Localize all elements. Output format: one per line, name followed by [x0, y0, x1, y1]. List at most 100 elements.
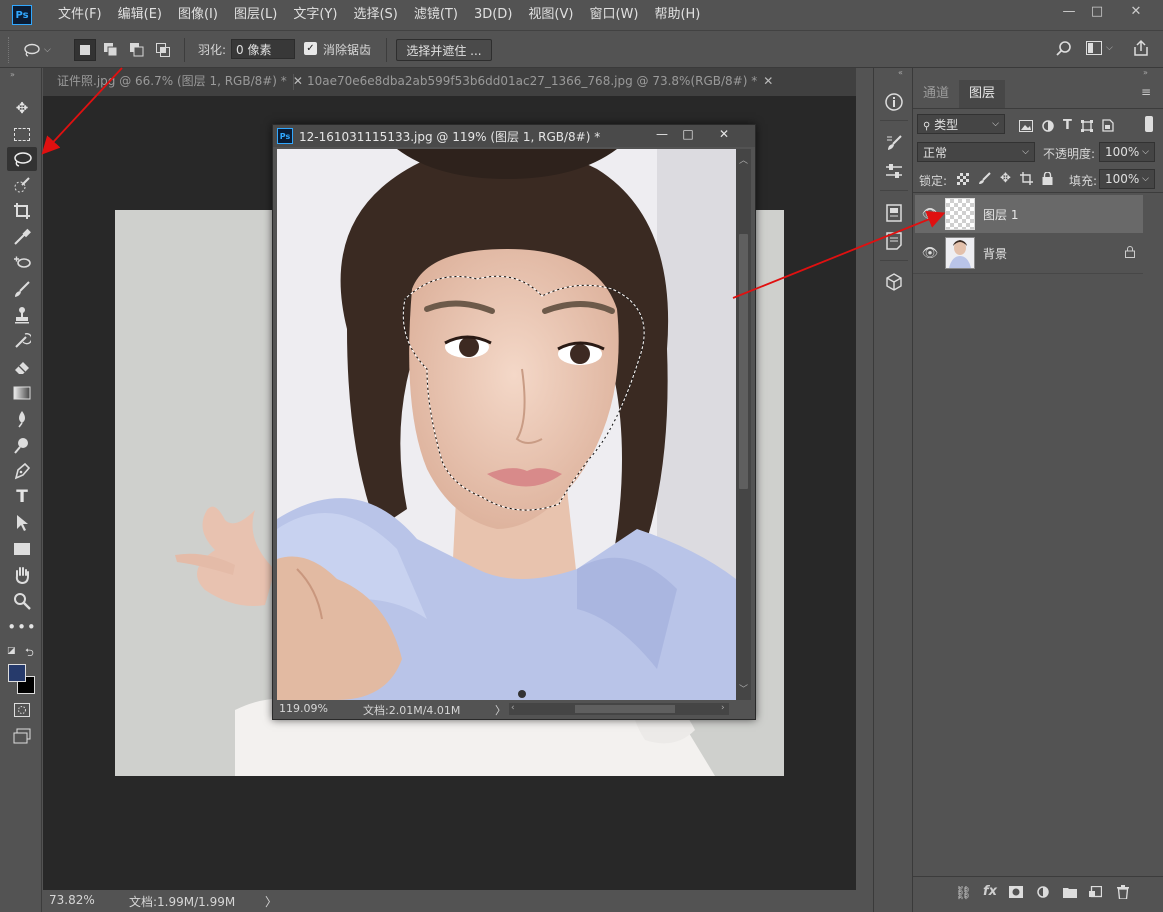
quick-selection-tool-icon[interactable]: [7, 173, 37, 197]
notes-panel-icon[interactable]: [882, 229, 906, 253]
menu-image[interactable]: 图像(I): [170, 0, 226, 30]
quick-mask-icon[interactable]: [7, 698, 37, 722]
brush-settings-icon[interactable]: [882, 131, 906, 155]
intersect-selection-button[interactable]: [152, 39, 174, 61]
scroll-down-icon[interactable]: ﹀: [739, 682, 748, 695]
scrollbar-thumb[interactable]: [739, 234, 748, 489]
zoom-level[interactable]: 73.82%: [49, 893, 95, 907]
mask-icon[interactable]: [1009, 886, 1023, 902]
eraser-tool-icon[interactable]: [7, 355, 37, 379]
dodge-tool-icon[interactable]: [7, 433, 37, 457]
menu-edit[interactable]: 编辑(E): [110, 0, 170, 30]
tab-channels[interactable]: 通道: [913, 80, 960, 108]
menu-select[interactable]: 选择(S): [345, 0, 405, 30]
floating-window-titlebar[interactable]: Ps 12-161031115133.jpg @ 119% (图层 1, RGB…: [273, 125, 755, 147]
minimize-button[interactable]: —: [651, 127, 673, 141]
foreground-color-swatch[interactable]: [8, 664, 26, 682]
lock-transparent-icon[interactable]: [957, 172, 969, 185]
tab-document-2[interactable]: 10ae70e6e8dba2ab599f53b6dd01ac27_1366_76…: [295, 68, 785, 96]
adjustment-icon[interactable]: [1037, 886, 1049, 902]
layer-row-background[interactable]: 👁 背景: [915, 234, 1143, 272]
menu-help[interactable]: 帮助(H): [646, 0, 708, 30]
default-colors-icon[interactable]: ◪: [7, 646, 16, 656]
menu-filter[interactable]: 滤镜(T): [406, 0, 466, 30]
layer-name[interactable]: 图层 1: [983, 206, 1018, 223]
properties-panel-icon[interactable]: [882, 201, 906, 225]
scrollbar-thumb[interactable]: [575, 705, 675, 713]
filter-shape-icon[interactable]: [1080, 119, 1093, 132]
adjustments-sliders-icon[interactable]: [882, 159, 906, 183]
blend-mode-dropdown[interactable]: 正常 ⌵: [917, 142, 1035, 162]
tab-document-1[interactable]: 证件照.jpg @ 66.7% (图层 1, RGB/8#) * ✕: [45, 68, 315, 96]
collapse-icon[interactable]: »: [1143, 68, 1148, 77]
workspace-switcher[interactable]: ⌵: [1086, 41, 1113, 55]
screen-mode-icon[interactable]: [7, 724, 37, 748]
info-panel-icon[interactable]: [882, 90, 906, 114]
close-button[interactable]: ✕: [1116, 0, 1156, 22]
menu-window[interactable]: 窗口(W): [581, 0, 646, 30]
path-selection-tool-icon[interactable]: [7, 511, 37, 535]
3d-panel-icon[interactable]: [882, 270, 906, 294]
brush-tool-icon[interactable]: [7, 277, 37, 301]
horizontal-scrollbar[interactable]: ‹ ›: [509, 703, 729, 715]
antialias-checkbox[interactable]: ✓: [304, 42, 317, 55]
layer-row-layer1[interactable]: 👁 图层 1: [915, 195, 1143, 233]
collapse-icon[interactable]: «: [898, 68, 903, 77]
tool-preset-picker[interactable]: ⌵: [22, 39, 62, 61]
layer-filter-dropdown[interactable]: ⚲ 类型 ⌵: [917, 114, 1005, 134]
lasso-tool-icon[interactable]: [7, 147, 37, 171]
subtract-selection-button[interactable]: [126, 39, 148, 61]
menu-view[interactable]: 视图(V): [520, 0, 581, 30]
filter-type-icon[interactable]: T: [1063, 118, 1072, 133]
maximize-button[interactable]: □: [1080, 0, 1114, 22]
trash-icon[interactable]: [1117, 885, 1129, 903]
scroll-right-icon[interactable]: ›: [721, 703, 725, 713]
history-brush-tool-icon[interactable]: [7, 329, 37, 353]
type-tool-icon[interactable]: T: [7, 485, 37, 509]
feather-input[interactable]: 0 像素: [231, 39, 295, 59]
tab-layers[interactable]: 图层: [959, 80, 1006, 108]
menu-layer[interactable]: 图层(L): [226, 0, 285, 30]
menu-file[interactable]: 文件(F): [50, 0, 110, 30]
layer-name[interactable]: 背景: [983, 245, 1007, 262]
vertical-scrollbar[interactable]: ︿ ﹀: [736, 149, 751, 700]
visibility-eye-icon[interactable]: 👁: [915, 246, 945, 261]
close-icon[interactable]: ✕: [763, 74, 773, 88]
panel-menu-icon[interactable]: ≡: [1141, 85, 1151, 99]
filter-smart-object-icon[interactable]: [1102, 119, 1114, 132]
collapse-icon[interactable]: »: [10, 70, 15, 79]
status-menu-arrow[interactable]: 〉: [495, 702, 506, 718]
close-button[interactable]: ✕: [713, 127, 735, 141]
eyedropper-tool-icon[interactable]: [7, 225, 37, 249]
move-tool-icon[interactable]: ✥: [7, 96, 37, 120]
opacity-input[interactable]: 100% ⌵: [1099, 142, 1155, 162]
zoom-level[interactable]: 119.09%: [279, 702, 328, 715]
blur-tool-icon[interactable]: [7, 407, 37, 431]
pen-tool-icon[interactable]: [7, 459, 37, 483]
filter-adjustment-icon[interactable]: [1042, 119, 1054, 132]
filter-toggle-switch[interactable]: [1145, 116, 1153, 132]
clone-stamp-tool-icon[interactable]: [7, 303, 37, 327]
lock-artboard-icon[interactable]: [1019, 172, 1033, 185]
lock-pixels-icon[interactable]: [978, 172, 991, 185]
add-selection-button[interactable]: [100, 39, 122, 61]
link-icon[interactable]: ⛓: [955, 886, 972, 901]
gradient-tool-icon[interactable]: [7, 381, 37, 405]
new-layer-icon[interactable]: [1089, 885, 1103, 903]
folder-icon[interactable]: [1063, 886, 1077, 902]
select-and-mask-button[interactable]: 选择并遮住 ...: [396, 39, 492, 61]
menu-3d[interactable]: 3D(D): [466, 0, 520, 30]
share-icon[interactable]: [1132, 39, 1150, 60]
swap-colors-icon[interactable]: ⮌: [25, 644, 34, 663]
search-icon[interactable]: [1056, 41, 1072, 60]
marquee-tool-icon[interactable]: [7, 122, 37, 146]
hand-tool-icon[interactable]: [7, 563, 37, 587]
rectangle-tool-icon[interactable]: [7, 537, 37, 561]
portrait-photo-canvas[interactable]: [277, 149, 736, 700]
more-tools-icon[interactable]: •••: [7, 615, 37, 639]
maximize-button[interactable]: □: [677, 127, 699, 141]
menu-type[interactable]: 文字(Y): [285, 0, 345, 30]
new-selection-button[interactable]: [74, 39, 96, 61]
fx-icon[interactable]: fx: [983, 884, 997, 899]
filter-pixel-icon[interactable]: [1019, 119, 1033, 132]
